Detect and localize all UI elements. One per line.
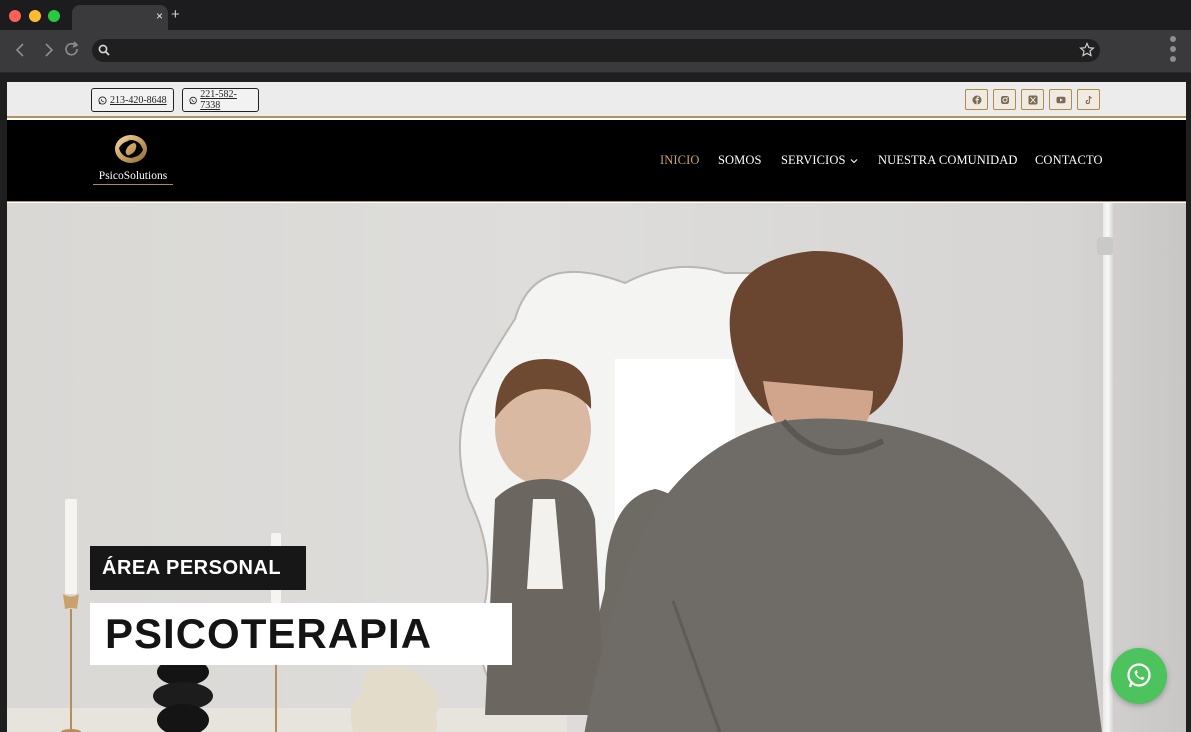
nav-somos[interactable]: SOMOS	[718, 153, 762, 168]
browser-tab-bar: × +	[0, 0, 1191, 30]
youtube-icon	[1056, 96, 1065, 103]
back-arrow-icon[interactable]	[11, 40, 31, 60]
youtube-link[interactable]	[1049, 89, 1072, 110]
browser-toolbar	[0, 30, 1191, 73]
cream-vase	[350, 666, 439, 732]
whatsapp-icon	[1127, 663, 1151, 688]
tiktok-link[interactable]	[1077, 89, 1100, 110]
tiktok-icon	[1085, 95, 1092, 104]
contact-topbar: 213-420-8648 221-582-7338	[7, 82, 1186, 118]
window-close-button[interactable]	[9, 10, 21, 22]
search-icon	[98, 44, 110, 56]
site-header: PsicoSolutions INICIO SOMOS SERVICIOS NU…	[7, 120, 1186, 202]
nav-servicios-label: SERVICIOS	[781, 153, 846, 167]
hero-kicker: ÁREA PERSONAL	[90, 546, 306, 590]
whatsapp-icon	[98, 95, 107, 105]
instagram-icon	[1000, 95, 1009, 104]
phone-number-2: 221-582-7338	[200, 89, 237, 111]
logo-underline	[93, 184, 173, 185]
chevron-down-icon	[850, 158, 857, 163]
instagram-link[interactable]	[993, 89, 1016, 110]
nav-inicio[interactable]: INICIO	[660, 153, 699, 168]
phone-link-1[interactable]: 213-420-8648	[91, 88, 174, 112]
window-maximize-button[interactable]	[48, 10, 60, 22]
window-minimize-button[interactable]	[29, 10, 41, 22]
whatsapp-icon	[189, 96, 197, 104]
candle-holder-left	[61, 499, 81, 732]
nav-nuestra-comunidad[interactable]: NUESTRA COMUNIDAD	[878, 153, 1018, 168]
facebook-link[interactable]	[965, 89, 988, 110]
browser-menu-icon[interactable]	[1166, 34, 1180, 64]
nav-servicios[interactable]: SERVICIOS	[781, 153, 858, 168]
whatsapp-float-button[interactable]	[1111, 648, 1167, 704]
facebook-icon	[972, 95, 981, 104]
logo-wordmark[interactable]: PsicoSolutions	[91, 170, 175, 182]
hero-section: ÁREA PERSONAL PSICOTERAPIA	[7, 203, 1186, 732]
nav-contacto[interactable]: CONTACTO	[1035, 153, 1103, 168]
bookmark-star-icon[interactable]	[1079, 42, 1095, 58]
phone-number-1: 213-420-8648	[110, 94, 167, 106]
forward-arrow-icon[interactable]	[38, 40, 58, 60]
address-bar[interactable]	[92, 39, 1100, 62]
phone-link-2[interactable]: 221-582-7338	[182, 88, 259, 112]
reload-icon[interactable]	[62, 40, 82, 60]
x-twitter-link[interactable]	[1021, 89, 1044, 110]
tab-close-icon[interactable]: ×	[156, 8, 163, 24]
new-tab-button[interactable]: +	[171, 6, 180, 23]
hero-title: PSICOTERAPIA	[90, 603, 512, 665]
page-viewport: 213-420-8648 221-582-7338 PsicoSolutions…	[7, 82, 1186, 732]
person-photo	[584, 250, 1102, 732]
black-vase	[153, 658, 213, 732]
psicosolutions-logo-icon[interactable]	[111, 132, 151, 166]
x-twitter-icon	[1028, 95, 1037, 104]
browser-tab[interactable]: ×	[72, 5, 168, 30]
